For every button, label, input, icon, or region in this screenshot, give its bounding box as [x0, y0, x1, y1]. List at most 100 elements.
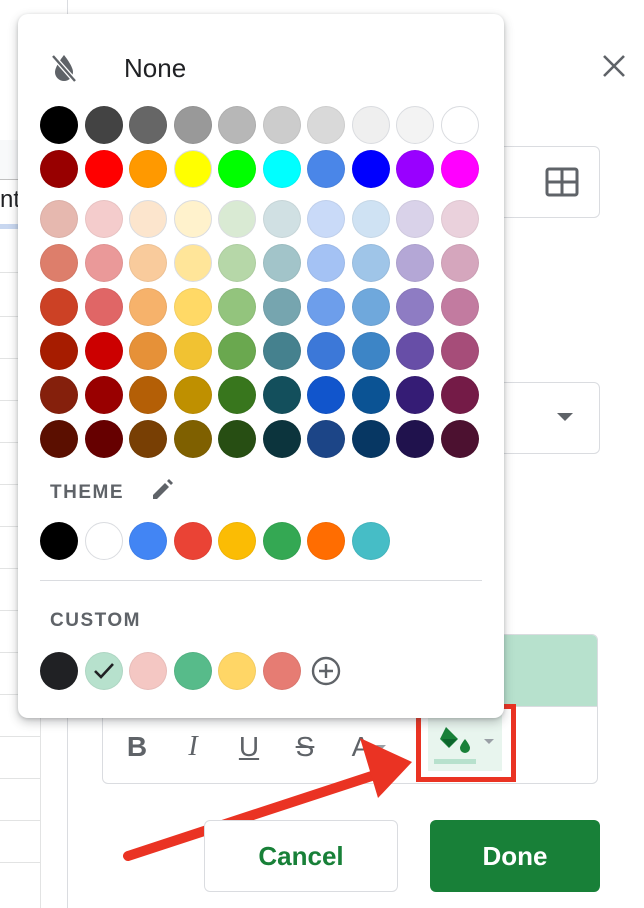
color-swatch[interactable]: [40, 288, 78, 326]
color-swatch[interactable]: [262, 332, 301, 370]
theme-color-swatch[interactable]: [307, 522, 345, 560]
color-swatch[interactable]: [40, 420, 78, 458]
color-swatch[interactable]: [129, 200, 167, 238]
color-swatch[interactable]: [396, 106, 434, 144]
theme-color-swatch[interactable]: [40, 522, 78, 560]
color-swatch[interactable]: [84, 288, 123, 326]
underline-button[interactable]: U: [233, 729, 265, 765]
color-swatch[interactable]: [40, 244, 78, 282]
close-button[interactable]: [596, 48, 632, 84]
color-swatch[interactable]: [84, 244, 123, 282]
color-swatch[interactable]: [173, 420, 212, 458]
italic-button[interactable]: I: [177, 729, 209, 765]
custom-color-swatch[interactable]: [218, 652, 256, 690]
color-swatch[interactable]: [84, 376, 123, 414]
done-button[interactable]: Done: [430, 820, 600, 892]
color-swatch[interactable]: [351, 244, 390, 282]
color-swatch[interactable]: [440, 420, 479, 458]
color-swatch[interactable]: [173, 244, 212, 282]
color-swatch[interactable]: [173, 150, 212, 188]
theme-color-swatch[interactable]: [218, 522, 256, 560]
custom-color-swatch[interactable]: [84, 652, 123, 690]
theme-color-swatch[interactable]: [262, 522, 301, 560]
color-swatch[interactable]: [396, 244, 434, 282]
color-swatch[interactable]: [262, 150, 301, 188]
color-swatch[interactable]: [84, 106, 123, 144]
color-swatch[interactable]: [40, 200, 78, 238]
color-swatch[interactable]: [396, 200, 434, 238]
color-swatch[interactable]: [173, 200, 212, 238]
color-swatch[interactable]: [351, 376, 390, 414]
text-color-button[interactable]: A: [343, 729, 395, 765]
color-swatch[interactable]: [262, 420, 301, 458]
color-swatch[interactable]: [351, 150, 390, 188]
color-swatch[interactable]: [396, 288, 434, 326]
color-swatch[interactable]: [262, 200, 301, 238]
color-swatch[interactable]: [218, 332, 256, 370]
color-swatch[interactable]: [307, 106, 345, 144]
theme-color-swatch[interactable]: [351, 522, 390, 560]
theme-color-swatch[interactable]: [84, 522, 123, 560]
theme-color-swatch[interactable]: [173, 522, 212, 560]
color-swatch[interactable]: [440, 106, 479, 144]
color-swatch[interactable]: [307, 420, 345, 458]
color-swatch[interactable]: [129, 244, 167, 282]
custom-color-swatch[interactable]: [262, 652, 301, 690]
color-swatch[interactable]: [396, 332, 434, 370]
custom-color-swatch[interactable]: [173, 652, 212, 690]
color-swatch[interactable]: [218, 106, 256, 144]
color-swatch[interactable]: [218, 150, 256, 188]
color-swatch[interactable]: [40, 106, 78, 144]
color-swatch[interactable]: [262, 244, 301, 282]
color-swatch[interactable]: [307, 200, 345, 238]
color-swatch[interactable]: [440, 288, 479, 326]
color-swatch[interactable]: [351, 332, 390, 370]
color-swatch[interactable]: [218, 244, 256, 282]
color-swatch[interactable]: [129, 106, 167, 144]
add-custom-color-button[interactable]: [307, 652, 345, 690]
custom-color-swatch[interactable]: [40, 652, 78, 690]
color-swatch[interactable]: [129, 376, 167, 414]
color-swatch[interactable]: [396, 150, 434, 188]
color-swatch[interactable]: [307, 288, 345, 326]
select-range-button[interactable]: [545, 167, 579, 202]
color-swatch[interactable]: [396, 420, 434, 458]
color-swatch[interactable]: [218, 376, 256, 414]
color-swatch[interactable]: [307, 332, 345, 370]
custom-color-swatch[interactable]: [129, 652, 167, 690]
color-swatch[interactable]: [351, 420, 390, 458]
color-swatch[interactable]: [307, 376, 345, 414]
color-swatch[interactable]: [440, 244, 479, 282]
color-swatch[interactable]: [129, 150, 167, 188]
color-swatch[interactable]: [440, 376, 479, 414]
color-swatch[interactable]: [440, 150, 479, 188]
fill-color-button[interactable]: [428, 715, 502, 771]
color-swatch[interactable]: [262, 106, 301, 144]
cancel-button[interactable]: Cancel: [204, 820, 398, 892]
color-swatch[interactable]: [218, 420, 256, 458]
color-swatch[interactable]: [129, 420, 167, 458]
edit-theme-button[interactable]: [150, 476, 176, 507]
color-swatch[interactable]: [307, 244, 345, 282]
color-swatch[interactable]: [173, 376, 212, 414]
color-swatch[interactable]: [40, 150, 78, 188]
color-swatch[interactable]: [173, 288, 212, 326]
color-swatch[interactable]: [40, 376, 78, 414]
bold-button[interactable]: B: [121, 729, 153, 765]
strikethrough-button[interactable]: S: [289, 729, 321, 765]
theme-color-swatch[interactable]: [129, 522, 167, 560]
color-swatch[interactable]: [396, 376, 434, 414]
color-swatch[interactable]: [84, 200, 123, 238]
color-swatch[interactable]: [84, 420, 123, 458]
color-swatch[interactable]: [173, 332, 212, 370]
color-swatch[interactable]: [351, 200, 390, 238]
color-swatch[interactable]: [351, 288, 390, 326]
no-color-option[interactable]: None: [48, 50, 186, 86]
color-swatch[interactable]: [129, 288, 167, 326]
color-swatch[interactable]: [40, 332, 78, 370]
color-swatch[interactable]: [173, 106, 212, 144]
color-swatch[interactable]: [129, 332, 167, 370]
color-swatch[interactable]: [262, 376, 301, 414]
color-swatch[interactable]: [440, 332, 479, 370]
color-swatch[interactable]: [84, 150, 123, 188]
